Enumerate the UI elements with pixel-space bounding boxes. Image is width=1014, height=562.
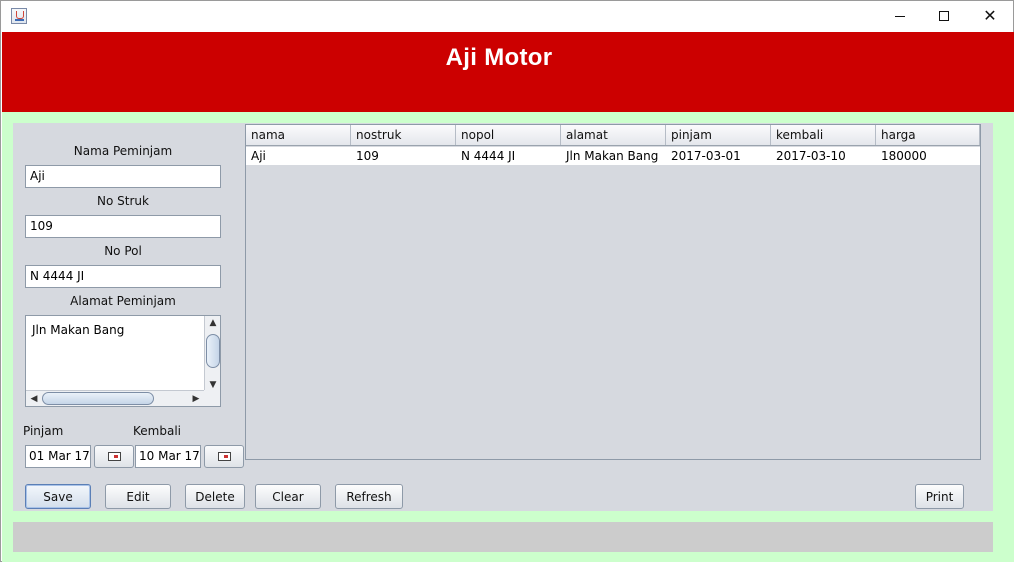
minimize-button[interactable] — [877, 1, 923, 31]
refresh-button[interactable]: Refresh — [335, 484, 403, 509]
calendar-icon — [107, 452, 121, 461]
no-struk-field[interactable]: 109 — [25, 215, 221, 238]
table-cell: 180000 — [881, 149, 927, 163]
pinjam-date-field[interactable]: 01 Mar 17 — [25, 445, 91, 468]
kembali-date-field[interactable]: 10 Mar 17 — [135, 445, 201, 468]
scroll-corner — [204, 390, 220, 406]
table-cell: 2017-03-10 — [776, 149, 846, 163]
app-title: Aji Motor — [445, 44, 553, 71]
data-table[interactable]: nama nostruk nopol alamat pinjam kembali… — [245, 124, 981, 460]
save-button[interactable]: Save — [25, 484, 91, 509]
alamat-text: Jln Makan Bang — [32, 323, 125, 337]
kembali-label: Kembali — [133, 424, 181, 438]
alamat-peminjam-label: Alamat Peminjam — [70, 294, 176, 308]
no-pol-field[interactable]: N 4444 JI — [25, 265, 221, 288]
status-bar — [13, 522, 993, 552]
column-header-pinjam[interactable]: pinjam — [666, 125, 771, 145]
column-header-nopol[interactable]: nopol — [456, 125, 561, 145]
maximize-button[interactable] — [921, 1, 967, 31]
header-banner: Aji Motor — [2, 32, 1014, 112]
nama-peminjam-field[interactable]: Aji — [25, 165, 221, 188]
table-row[interactable]: Aji 109 N 4444 JI Jln Makan Bang 2017-03… — [246, 147, 980, 165]
pinjam-label: Pinjam — [23, 424, 64, 438]
edit-button[interactable]: Edit — [105, 484, 171, 509]
title-bar: ✕ — [1, 1, 1013, 32]
column-header-alamat[interactable]: alamat — [561, 125, 666, 145]
scroll-up-icon[interactable]: ▲ — [207, 317, 219, 329]
delete-button[interactable]: Delete — [185, 484, 245, 509]
app-window: ✕ Aji Motor Nama Peminjam Aji No Struk 1… — [0, 0, 1014, 562]
kembali-calendar-button[interactable] — [204, 445, 244, 468]
java-cup-icon[interactable] — [11, 8, 27, 24]
table-cell: Jln Makan Bang — [566, 149, 659, 163]
no-struk-label: No Struk — [97, 194, 149, 208]
nama-peminjam-label: Nama Peminjam — [73, 144, 173, 158]
column-header-harga[interactable]: harga — [876, 125, 980, 145]
table-cell: Aji — [251, 149, 266, 163]
pinjam-calendar-button[interactable] — [94, 445, 134, 468]
table-cell: 2017-03-01 — [671, 149, 741, 163]
scroll-right-icon[interactable]: ▶ — [190, 393, 202, 405]
close-button[interactable]: ✕ — [967, 1, 1013, 31]
column-header-kembali[interactable]: kembali — [771, 125, 876, 145]
horizontal-scrollbar[interactable]: ◀ ▶ — [26, 390, 204, 406]
table-header: nama nostruk nopol alamat pinjam kembali… — [246, 125, 980, 146]
table-cell: 109 — [356, 149, 379, 163]
no-pol-label: No Pol — [104, 244, 142, 258]
clear-button[interactable]: Clear — [255, 484, 321, 509]
print-button[interactable]: Print — [915, 484, 964, 509]
minimize-icon — [895, 15, 905, 17]
calendar-icon — [217, 452, 231, 461]
horizontal-scroll-thumb[interactable] — [42, 392, 154, 405]
vertical-scrollbar[interactable]: ▲ ▼ — [204, 316, 220, 392]
vertical-scroll-thumb[interactable] — [206, 334, 220, 368]
alamat-peminjam-textarea[interactable]: Jln Makan Bang ▲ ▼ ◀ ▶ — [25, 315, 221, 407]
column-header-nostruk[interactable]: nostruk — [351, 125, 456, 145]
maximize-icon — [939, 11, 949, 21]
column-header-nama[interactable]: nama — [246, 125, 351, 145]
scroll-left-icon[interactable]: ◀ — [28, 393, 40, 405]
close-icon: ✕ — [983, 6, 997, 25]
table-cell: N 4444 JI — [461, 149, 516, 163]
